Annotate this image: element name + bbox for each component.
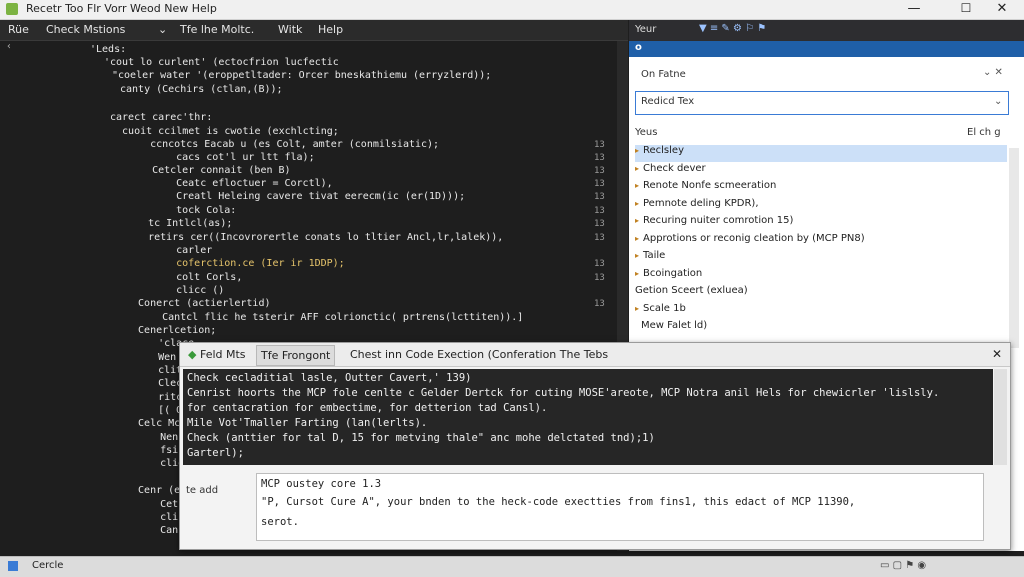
output-line: Cenrist hoorts the MCP fole cenlte c Gel… (187, 387, 940, 399)
code-line: "coeler water '(eroppetltader: Orcer bne… (112, 70, 492, 81)
filter-icon[interactable]: ▼ ≡ ✎ ⚙ ⚐ ⚑ (699, 23, 766, 34)
output-line: Garterl); (187, 447, 244, 459)
output-line: for centacration for embectime, for dett… (187, 402, 548, 414)
code-execution-dialog: ◆ Feld Mts Tfe Frongont Chest inn Code E… (179, 342, 1011, 550)
line-number: 13 (594, 166, 605, 176)
title-bar: Recetr Too Flr Vorr Weod New Help — ☐ ✕ (0, 0, 1024, 20)
sidebar-toolbar: Yeur ▼ ≡ ✎ ⚙ ⚐ ⚑ (629, 20, 1024, 41)
toolbar-item-2[interactable]: Check Mstions (46, 23, 125, 36)
output-line: Check cecladitial lasle, Outter Cavert,'… (187, 372, 472, 384)
output-scrollbar[interactable] (994, 369, 1007, 465)
code-line: Creatl Heleing cavere tivat eerecm(ic (e… (140, 191, 466, 202)
chevron-down-icon[interactable]: ⌄ (158, 23, 167, 36)
line-number: 13 (594, 259, 605, 269)
code-line: Cenerlcetion; (126, 325, 217, 336)
results-count: El ch g (967, 127, 1001, 138)
input-line: MCP oustey core 1.3 (261, 478, 382, 490)
status-icon (8, 561, 18, 571)
code-line: 'Leds: (90, 44, 127, 55)
code-line: ccncotcs Eacab u (es Colt, amter (conmil… (126, 139, 440, 150)
line-number: 13 (594, 219, 605, 229)
status-bar: Cercle ▭ ▢ ⚑ ◉ (0, 556, 1024, 577)
code-line: Cetcler connait (ben B) (128, 165, 291, 176)
status-icons[interactable]: ▭ ▢ ⚑ ◉ (880, 560, 926, 571)
tree-item[interactable]: ▸ Reclsley (635, 145, 1007, 162)
code-line: Celc Mct (126, 418, 187, 429)
output-line: Mile Vot'Tmaller Farting (lan(lerlts). (187, 417, 428, 429)
tab-2[interactable]: Tfe Frongont (256, 345, 336, 366)
code-line: cuoit ccilmet is cwotie (exchlcting; (110, 126, 339, 137)
toolbar-item-4[interactable]: Witk (278, 23, 302, 36)
code-line: colt Corls, (140, 272, 243, 283)
line-number: 13 (594, 273, 605, 283)
code-line: cacs cot'l ur ltt fla); (140, 152, 315, 163)
section-title: On Fatne (641, 69, 686, 80)
input-line: "P, Cursot Cure A", your bnden to the he… (261, 496, 856, 508)
search-dropdown[interactable]: Redicd Tex ⌄ (635, 91, 1009, 115)
results-label: Yeus (635, 127, 658, 138)
close-button[interactable]: ✕ (980, 0, 1024, 19)
app-icon (6, 3, 18, 15)
line-number: 13 (594, 233, 605, 243)
window-title: Recetr Too Flr Vorr Weod New Help (26, 2, 217, 15)
code-line: Cantcl flic he tsterir AFF colrionctic( … (138, 312, 524, 323)
tree-item[interactable]: Mew Falet ld) (641, 320, 1013, 337)
line-number: 13 (594, 153, 605, 163)
code-line: carect carec'thr: (110, 112, 213, 123)
tab-1[interactable]: ◆ Feld Mts (184, 345, 250, 364)
section-menu-icon[interactable]: ⌄ ✕ (983, 67, 1003, 78)
code-line: carler (140, 245, 213, 256)
sidebar-scrollbar[interactable] (1009, 148, 1019, 348)
chevron-down-icon[interactable]: ⌄ (994, 96, 1002, 107)
sidebar-top-label[interactable]: Yeur (635, 24, 656, 35)
tree-item[interactable]: ▸ Recuring nuiter comrotion 15) (635, 215, 1007, 232)
sidebar-header: o (629, 41, 1024, 57)
toolbar-item-1[interactable]: Rüe (8, 23, 29, 36)
tree-item[interactable]: ▸ Bcoingation (635, 268, 1007, 285)
dropdown-value: Redicd Tex (641, 96, 695, 107)
tree-item[interactable]: ▸ Taile (635, 250, 1007, 267)
tree-item[interactable]: ▸ Check dever (635, 163, 1007, 180)
dialog-tabs: ◆ Feld Mts Tfe Frongont Chest inn Code E… (180, 343, 1010, 367)
tree-item[interactable]: ▸ Scale 1b (635, 303, 1007, 320)
line-number: 13 (594, 299, 605, 309)
code-line: tc Intlcl(as); (124, 218, 233, 229)
status-left: Cercle (32, 560, 64, 571)
input-line: serot. (261, 516, 299, 528)
output-line: Check (anttier for tal D, 15 for metving… (187, 432, 655, 444)
message-input[interactable]: MCP oustey core 1.3 "P, Cursot Cure A", … (256, 473, 984, 541)
editor-toolbar: Rüe Check Mstions ⌄ Tfe lhe Moltc. Witk … (0, 20, 628, 41)
code-line: fsi( (136, 445, 185, 456)
minimize-button[interactable]: — (892, 0, 936, 19)
input-label: te add (186, 485, 219, 496)
toolbar-item-3[interactable]: Tfe lhe Moltc. (180, 23, 254, 36)
shield-icon: ◆ (188, 348, 200, 361)
tree-item[interactable]: Getion Sceert (exluea) (635, 285, 1007, 302)
code-line: clicc () (140, 285, 225, 296)
close-icon[interactable]: ✕ (988, 345, 1006, 364)
tab-3[interactable]: Chest inn Code Exection (Conferation The… (346, 345, 612, 364)
code-line: Conerct (actierlertid) (126, 298, 271, 309)
code-line: retirs cer((Incovrorertle conats lo tlti… (124, 232, 504, 243)
code-line: coferction.ce (Ier ir 1DDP); (140, 258, 345, 269)
tree-item[interactable]: ▸ Renote Nonfe scmeeration (635, 180, 1007, 197)
line-number: 13 (594, 206, 605, 216)
line-number: 13 (594, 179, 605, 189)
code-line: Ceatc efloctuer = Corctl), (140, 178, 333, 189)
code-line: 'cout lo curlent' (ectocfrion lucfectic (104, 57, 339, 68)
line-number: 13 (594, 140, 605, 150)
back-arrow-icon[interactable]: ‹ (6, 41, 12, 52)
code-line: canty (Cechirs (ctlan,(B)); (120, 84, 283, 95)
tree-item[interactable]: ▸ Pemnote deling KPDR), (635, 198, 1007, 215)
sidebar-header-icon: o (635, 42, 642, 53)
toolbar-item-help[interactable]: Help (318, 23, 343, 36)
output-pane: Check cecladitial lasle, Outter Cavert,'… (183, 369, 993, 465)
code-line: tock Cola: (140, 205, 237, 216)
line-number: 13 (594, 192, 605, 202)
tree-item[interactable]: ▸ Approtions or reconig cleation by (MCP … (635, 233, 1007, 250)
